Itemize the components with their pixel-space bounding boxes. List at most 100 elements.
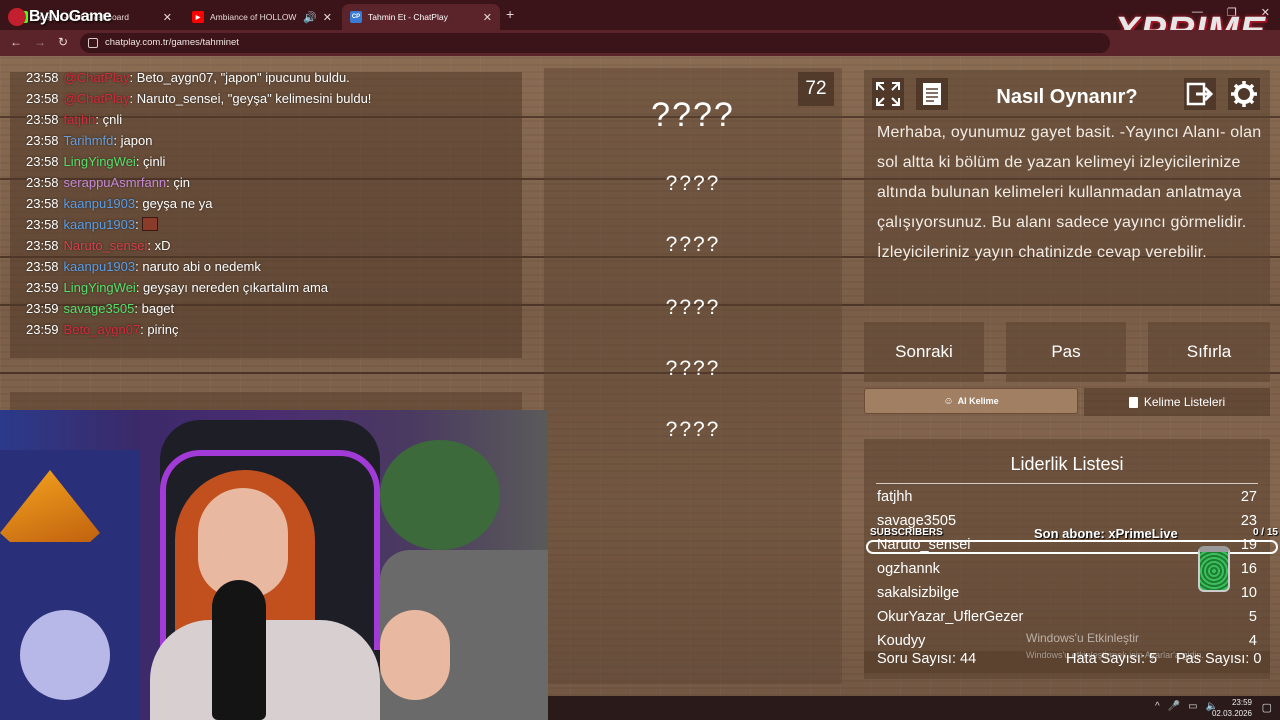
- divider: [876, 483, 1258, 484]
- chat-message: 23:58 serappuAsmrfann: çin: [26, 175, 190, 190]
- player-name: Koudyy: [877, 633, 926, 649]
- leaderboard-title: Liderlik Listesi: [1010, 454, 1124, 474]
- chat-message: 23:58 LingYingWei: çinli: [26, 154, 165, 169]
- player-score: 16: [1240, 561, 1257, 577]
- site-info-icon[interactable]: [88, 38, 98, 48]
- chat-user[interactable]: serappuAsmrfann: [64, 175, 167, 190]
- chat-user[interactable]: savage3505: [64, 301, 135, 316]
- chat-message: 23:58 kaanpu1903:: [26, 217, 159, 232]
- reload-icon[interactable]: ↻: [58, 35, 68, 49]
- forbidden-word: ????: [665, 357, 721, 380]
- exit-icon[interactable]: [1184, 78, 1216, 110]
- chat-text: : çin: [166, 175, 191, 190]
- chat-text: : xD: [147, 238, 171, 253]
- chat-user[interactable]: LingYingWei: [64, 280, 136, 295]
- ai-word-label: AI Kelime: [957, 396, 999, 406]
- how-to-play-text: Merhaba, oyunumuz gayet basit. -Yayıncı …: [877, 124, 1262, 261]
- forward-icon[interactable]: →: [34, 35, 46, 49]
- chat-text: : Beto_aygn07, "japon" ipucunu buldu.: [129, 70, 350, 85]
- player-name: sakalsizbilge: [877, 585, 960, 601]
- chat-user[interactable]: @ChatPlay: [64, 91, 130, 106]
- clock[interactable]: 23:59 02.03.2026: [1202, 697, 1252, 719]
- chat-text: : çinli: [135, 154, 166, 169]
- plush-toy: [20, 610, 110, 700]
- channel-logo: ByNoGame: [8, 8, 112, 26]
- chat-message: 23:58 Naruto_sensei: xD: [26, 238, 171, 253]
- gear-icon[interactable]: [1228, 78, 1260, 110]
- chat-input-area: [10, 392, 522, 412]
- tip-jar-icon: [1198, 546, 1230, 592]
- url-field[interactable]: chatplay.com.tr/games/tahminet: [80, 33, 1110, 53]
- chat-time: 23:58: [26, 175, 59, 190]
- last-subscriber: Son abone: xPrimeLive: [1034, 526, 1178, 541]
- chevron-up-icon[interactable]: ^: [1155, 701, 1160, 712]
- chat-text: : japon: [113, 133, 153, 148]
- reset-button[interactable]: Sıfırla: [1148, 322, 1270, 382]
- chat-text: : geyşa ne ya: [135, 196, 213, 211]
- player-score: 27: [1240, 489, 1257, 505]
- tab-title: Ambiance of HOLLOW KNIGHT: [210, 12, 297, 22]
- taskbar: ^ 🎤 ▭ 🔈 23:59 02.03.2026 ▢: [548, 696, 1280, 720]
- chat-message: 23:59 Beto_aygn07: pirinç: [26, 322, 178, 337]
- chat-time: 23:59: [26, 322, 59, 337]
- clipboard-icon: [1128, 396, 1138, 408]
- new-tab-button[interactable]: +: [506, 6, 514, 22]
- chat-text: : baget: [134, 301, 175, 316]
- chat-text: : Naruto_sensei, "geyşa" kelimesini buld…: [129, 91, 372, 106]
- webcam-feed: [0, 410, 548, 720]
- chat-user[interactable]: kaanpu1903: [64, 217, 136, 232]
- url-text: chatplay.com.tr/games/tahminet: [105, 37, 239, 48]
- notification-icon[interactable]: ▢: [1262, 701, 1272, 714]
- plant: [380, 440, 500, 550]
- forbidden-word: ????: [665, 172, 721, 195]
- chat-time: 23:58: [26, 196, 59, 211]
- chat-text: : pirinç: [140, 322, 179, 337]
- pass-button[interactable]: Pas: [1006, 322, 1126, 382]
- tab-chatplay[interactable]: CP Tahmin Et - ChatPlay ✕: [342, 4, 500, 30]
- microphone-tray-icon[interactable]: 🎤: [1168, 701, 1180, 712]
- forbidden-word: ????: [665, 233, 721, 256]
- chat-time: 23:58: [26, 238, 59, 253]
- close-tab-icon[interactable]: ✕: [483, 11, 492, 24]
- chat-user[interactable]: fatjhh: [64, 112, 96, 127]
- speaker-icon[interactable]: 🔊: [303, 11, 317, 24]
- chat-user[interactable]: LingYingWei: [64, 154, 136, 169]
- close-tab-icon[interactable]: ✕: [163, 11, 172, 24]
- chat-user[interactable]: @ChatPlay: [64, 70, 130, 85]
- chat-user[interactable]: Tarihmfd: [64, 133, 114, 148]
- leaderboard-row: OkurYazar_UflerGezer 5: [877, 609, 1257, 631]
- next-button[interactable]: Sonraki: [864, 322, 984, 382]
- chat-time: 23:58: [26, 259, 59, 274]
- chat-user[interactable]: Naruto_sensei: [64, 238, 148, 253]
- chat-user[interactable]: kaanpu1903: [64, 196, 136, 211]
- chat-message: 23:58 fatjhh: çnli: [26, 112, 122, 127]
- ai-word-button[interactable]: ☺ AI Kelime: [864, 388, 1078, 414]
- chat-text: : geyşayı nereden çıkartalım ama: [135, 280, 329, 295]
- tab-title: Tahmin Et - ChatPlay: [368, 12, 448, 22]
- chat-time: 23:58: [26, 133, 59, 148]
- next-button-label: Sonraki: [895, 342, 953, 361]
- tab-hollow-knight[interactable]: ▶ Ambiance of HOLLOW KNIGHT 🔊 ✕: [184, 4, 340, 30]
- chat-time: 23:58: [26, 112, 59, 127]
- network-icon[interactable]: ▭: [1188, 701, 1197, 712]
- windows-activate-hint: Windows'u etkinleştirmek için Ayarlar'a …: [1026, 650, 1204, 660]
- back-icon[interactable]: ←: [10, 35, 22, 49]
- channel-logo-text: ByNoGame: [29, 8, 112, 25]
- chat-text: : çnli: [95, 112, 123, 127]
- chat-time: 23:59: [26, 280, 59, 295]
- subscriber-label: SUBSCRIBERS: [870, 527, 943, 538]
- player-name: ogzhannk: [877, 561, 940, 577]
- chat-time: 23:58: [26, 91, 59, 106]
- clock-time: 23:59: [1231, 698, 1252, 707]
- chat-user[interactable]: kaanpu1903: [64, 259, 136, 274]
- question-count: Soru Sayısı: 44: [877, 651, 977, 667]
- word-lists-button[interactable]: Kelime Listeleri: [1084, 388, 1270, 416]
- chat-text: : naruto abi o nedemk: [135, 259, 261, 274]
- clock-date: 02.03.2026: [1211, 709, 1252, 718]
- close-tab-icon[interactable]: ✕: [323, 11, 332, 24]
- chat-user[interactable]: Beto_aygn07: [64, 322, 141, 337]
- chat-time: 23:58: [26, 217, 59, 232]
- chat-message: 23:58 @ChatPlay: Naruto_sensei, "geyşa" k…: [26, 91, 371, 106]
- player-name: fatjhh: [877, 489, 913, 505]
- word-panel: 72 ???? ???? ???? ???? ???? ????: [544, 68, 842, 684]
